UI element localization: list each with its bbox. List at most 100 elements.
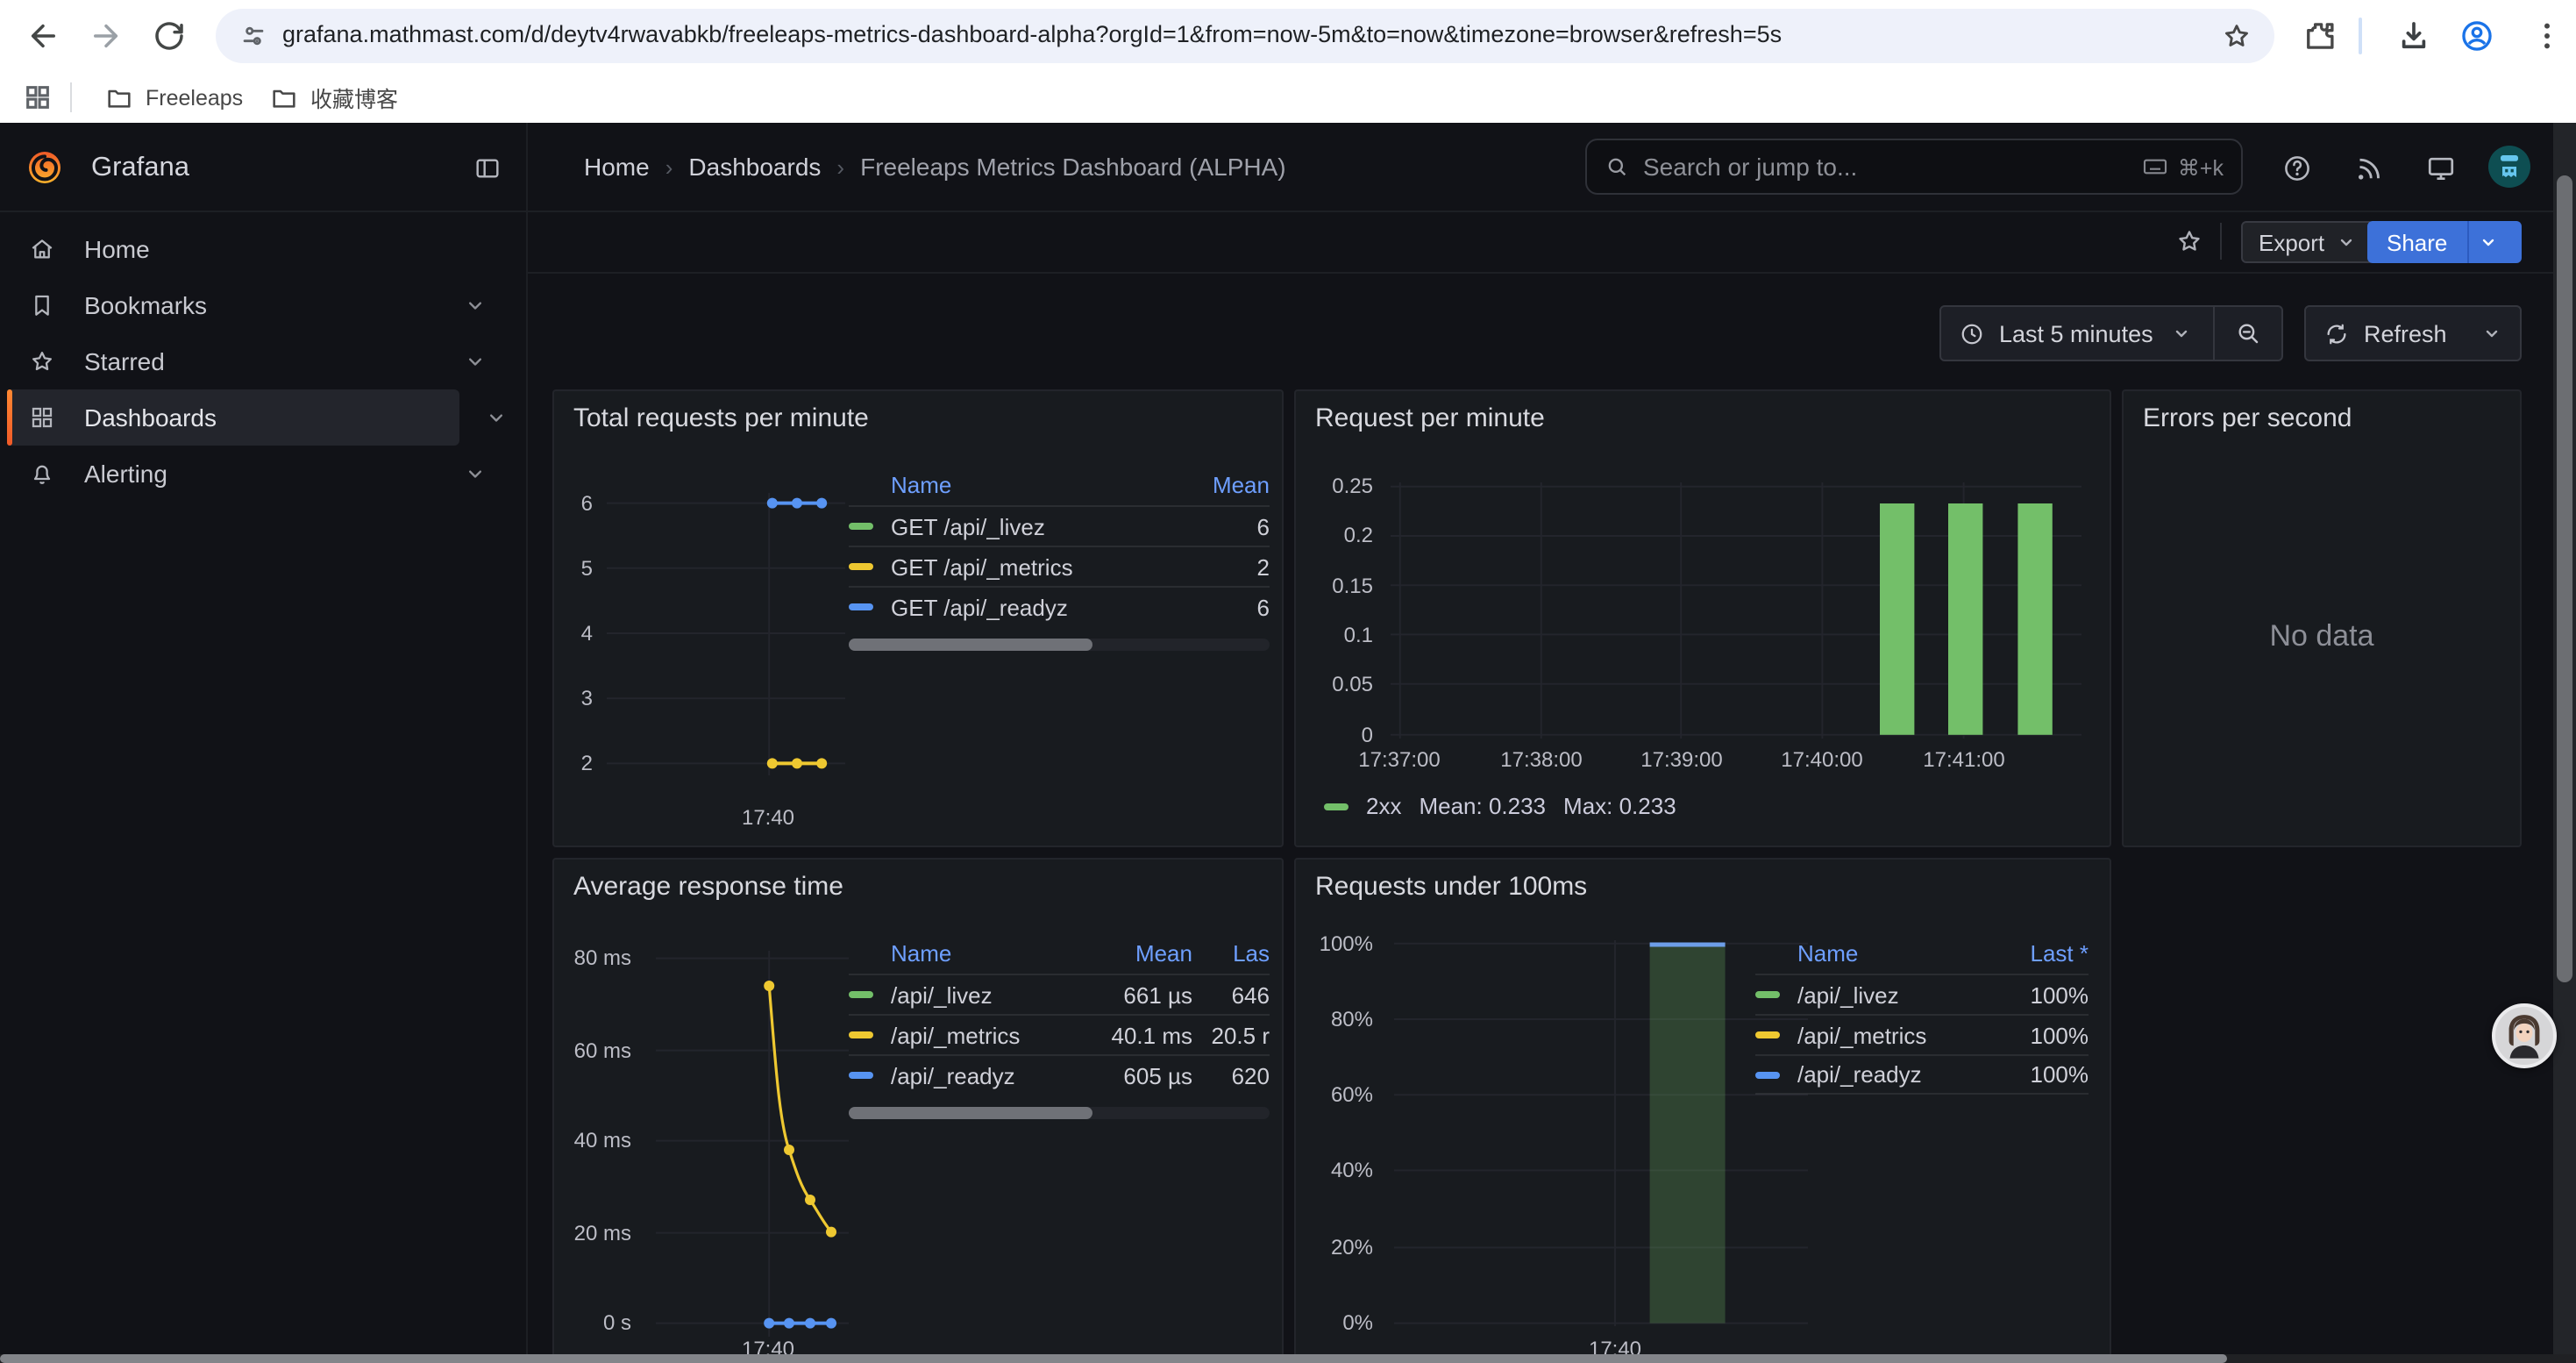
help-icon[interactable] bbox=[2281, 153, 2313, 184]
breadcrumb-dashboards[interactable]: Dashboards bbox=[688, 153, 821, 181]
url-input[interactable] bbox=[282, 21, 2229, 47]
bookmark-folder-freeleaps[interactable]: Freeleaps bbox=[95, 79, 253, 116]
legend-scrollbar[interactable] bbox=[849, 639, 1270, 651]
grafana-header: Grafana Home › Dashboards › Freeleaps Me… bbox=[0, 123, 2576, 212]
brand-name: Grafana bbox=[91, 153, 189, 184]
assistant-avatar-bubble[interactable] bbox=[2492, 1003, 2557, 1068]
panel-avg-response-time[interactable]: Average response time 80 ms 60 ms 40 ms … bbox=[552, 858, 1284, 1363]
share-menu-button[interactable] bbox=[2466, 221, 2507, 263]
sidebar-item-bookmarks[interactable]: Bookmarks bbox=[7, 277, 512, 333]
legend-col-last[interactable]: Last * bbox=[1990, 939, 2089, 966]
series-metrics bbox=[764, 981, 836, 1238]
series-last: 20.5 r bbox=[1192, 1022, 1270, 1048]
legend-table: Name Mean Las /api/_livez 661 µs 646 /ap… bbox=[849, 931, 1270, 1119]
chevron-down-icon[interactable] bbox=[484, 405, 509, 430]
legend-col-name[interactable]: Name bbox=[891, 471, 1164, 497]
series-name: GET /api/_metrics bbox=[891, 553, 1164, 580]
legend-row[interactable]: GET /api/_readyz 6 bbox=[849, 586, 1270, 626]
refresh-interval-button[interactable] bbox=[2465, 307, 2521, 360]
chevron-down-icon[interactable] bbox=[463, 293, 487, 318]
series-name[interactable]: 2xx bbox=[1366, 793, 1401, 819]
horizontal-scrollbar[interactable] bbox=[0, 1354, 2576, 1363]
sidebar-item-alerting[interactable]: Alerting bbox=[7, 446, 512, 502]
downloads-icon[interactable] bbox=[2395, 18, 2432, 54]
legend-header: Name Last * bbox=[1755, 931, 2089, 974]
user-avatar[interactable] bbox=[2488, 146, 2530, 188]
favorite-star-icon[interactable] bbox=[2174, 226, 2204, 256]
search-input[interactable] bbox=[1643, 153, 2127, 181]
grafana-logo[interactable] bbox=[25, 147, 65, 188]
legend-row[interactable]: /api/_livez 100% bbox=[1755, 974, 2089, 1014]
panel-total-requests[interactable]: Total requests per minute 6 5 4 3 2 17:4… bbox=[552, 389, 1284, 847]
keyboard-icon bbox=[2141, 153, 2169, 181]
x-tick: 17:37:00 bbox=[1358, 747, 1440, 772]
legend-row[interactable]: /api/_readyz 100% bbox=[1755, 1054, 2089, 1095]
vertical-scrollbar[interactable] bbox=[2553, 123, 2576, 1363]
zoom-out-button[interactable] bbox=[2215, 307, 2281, 360]
refresh-button[interactable]: Refresh bbox=[2306, 307, 2465, 360]
panel-errors-per-second[interactable]: Errors per second No data bbox=[2122, 389, 2522, 847]
bookmark-folder-blogs[interactable]: 收藏博客 bbox=[260, 79, 409, 116]
scrollbar-thumb[interactable] bbox=[0, 1354, 2227, 1363]
forward-icon[interactable] bbox=[88, 18, 125, 54]
legend-col-name[interactable]: Name bbox=[891, 939, 1080, 966]
series-readyz bbox=[764, 1318, 836, 1329]
legend-row[interactable]: /api/_metrics 100% bbox=[1755, 1014, 2089, 1054]
panel-requests-under-100ms[interactable]: Requests under 100ms 100% 80% 60% 40% 20… bbox=[1294, 858, 2111, 1363]
subbar-divider bbox=[2220, 223, 2222, 260]
y-tick: 60% bbox=[1303, 1082, 1373, 1107]
shortcut-label: ⌘+k bbox=[2178, 153, 2224, 180]
sidebar-toggle-icon[interactable] bbox=[473, 154, 502, 182]
x-tick: 17:39:00 bbox=[1640, 747, 1722, 772]
breadcrumb-home[interactable]: Home bbox=[584, 153, 650, 181]
series-mean: 40.1 ms bbox=[1080, 1022, 1192, 1048]
chevron-down-icon[interactable] bbox=[463, 461, 487, 486]
scrollbar-thumb[interactable] bbox=[849, 1107, 1092, 1119]
extensions-icon[interactable] bbox=[2301, 18, 2338, 54]
search-box[interactable]: ⌘+k bbox=[1585, 139, 2243, 195]
profile-icon[interactable] bbox=[2459, 18, 2495, 54]
reload-icon[interactable] bbox=[151, 18, 188, 54]
sidebar-item-starred[interactable]: Starred bbox=[7, 333, 512, 389]
legend-row[interactable]: /api/_livez 661 µs 646 bbox=[849, 974, 1270, 1014]
share-button[interactable]: Share bbox=[2367, 221, 2522, 263]
legend-col-mean[interactable]: Mean bbox=[1164, 471, 1270, 497]
y-tick: 20% bbox=[1303, 1235, 1373, 1260]
bars-2xx bbox=[1880, 503, 2053, 735]
legend-scrollbar[interactable] bbox=[849, 1107, 1270, 1119]
y-tick: 0.15 bbox=[1303, 574, 1373, 598]
site-settings-icon[interactable] bbox=[238, 21, 268, 51]
legend-col-mean[interactable]: Mean bbox=[1080, 939, 1192, 966]
news-rss-icon[interactable] bbox=[2353, 153, 2385, 184]
avatar-girl-graphic bbox=[2495, 1007, 2553, 1065]
menu-dots-icon[interactable] bbox=[2529, 18, 2565, 54]
refresh-sync-icon bbox=[2323, 320, 2350, 346]
sidebar-item-label: Home bbox=[84, 235, 512, 263]
legend-row[interactable]: GET /api/_livez 6 bbox=[849, 505, 1270, 546]
legend-col-last[interactable]: Las bbox=[1192, 939, 1270, 966]
address-bar[interactable] bbox=[216, 9, 2274, 63]
sidebar-item-dashboards[interactable]: Dashboards bbox=[7, 389, 459, 446]
legend-row[interactable]: GET /api/_metrics 2 bbox=[849, 546, 1270, 586]
legend-header: Name Mean bbox=[849, 463, 1270, 505]
time-range-picker[interactable]: Last 5 minutes bbox=[1941, 307, 2213, 360]
legend-row[interactable]: /api/_readyz 605 µs 620 bbox=[849, 1054, 1270, 1095]
series-color-yellow bbox=[1755, 1031, 1780, 1038]
legend-row[interactable]: /api/_metrics 40.1 ms 20.5 r bbox=[849, 1014, 1270, 1054]
legend-col-name[interactable]: Name bbox=[1797, 939, 1990, 966]
panel-request-per-minute[interactable]: Request per minute 0.25 0.2 0.15 0.1 0.0… bbox=[1294, 389, 2111, 847]
monitor-icon[interactable] bbox=[2425, 153, 2457, 184]
chevron-down-icon bbox=[2171, 323, 2192, 344]
series-last: 100% bbox=[1990, 1061, 2089, 1088]
scrollbar-thumb[interactable] bbox=[2557, 175, 2572, 982]
y-tick: 5 bbox=[554, 556, 593, 581]
chevron-down-icon[interactable] bbox=[463, 349, 487, 374]
apps-grid-icon[interactable] bbox=[23, 82, 53, 112]
export-button[interactable]: Export bbox=[2241, 221, 2373, 263]
scrollbar-thumb[interactable] bbox=[849, 639, 1092, 651]
back-icon[interactable] bbox=[25, 18, 61, 54]
series-name: GET /api/_readyz bbox=[891, 594, 1164, 620]
legend-inline: 2xx Mean: 0.233 Max: 0.233 bbox=[1324, 793, 1676, 819]
sidebar-item-home[interactable]: Home bbox=[7, 221, 512, 277]
bookmark-star-icon[interactable] bbox=[2220, 19, 2253, 53]
